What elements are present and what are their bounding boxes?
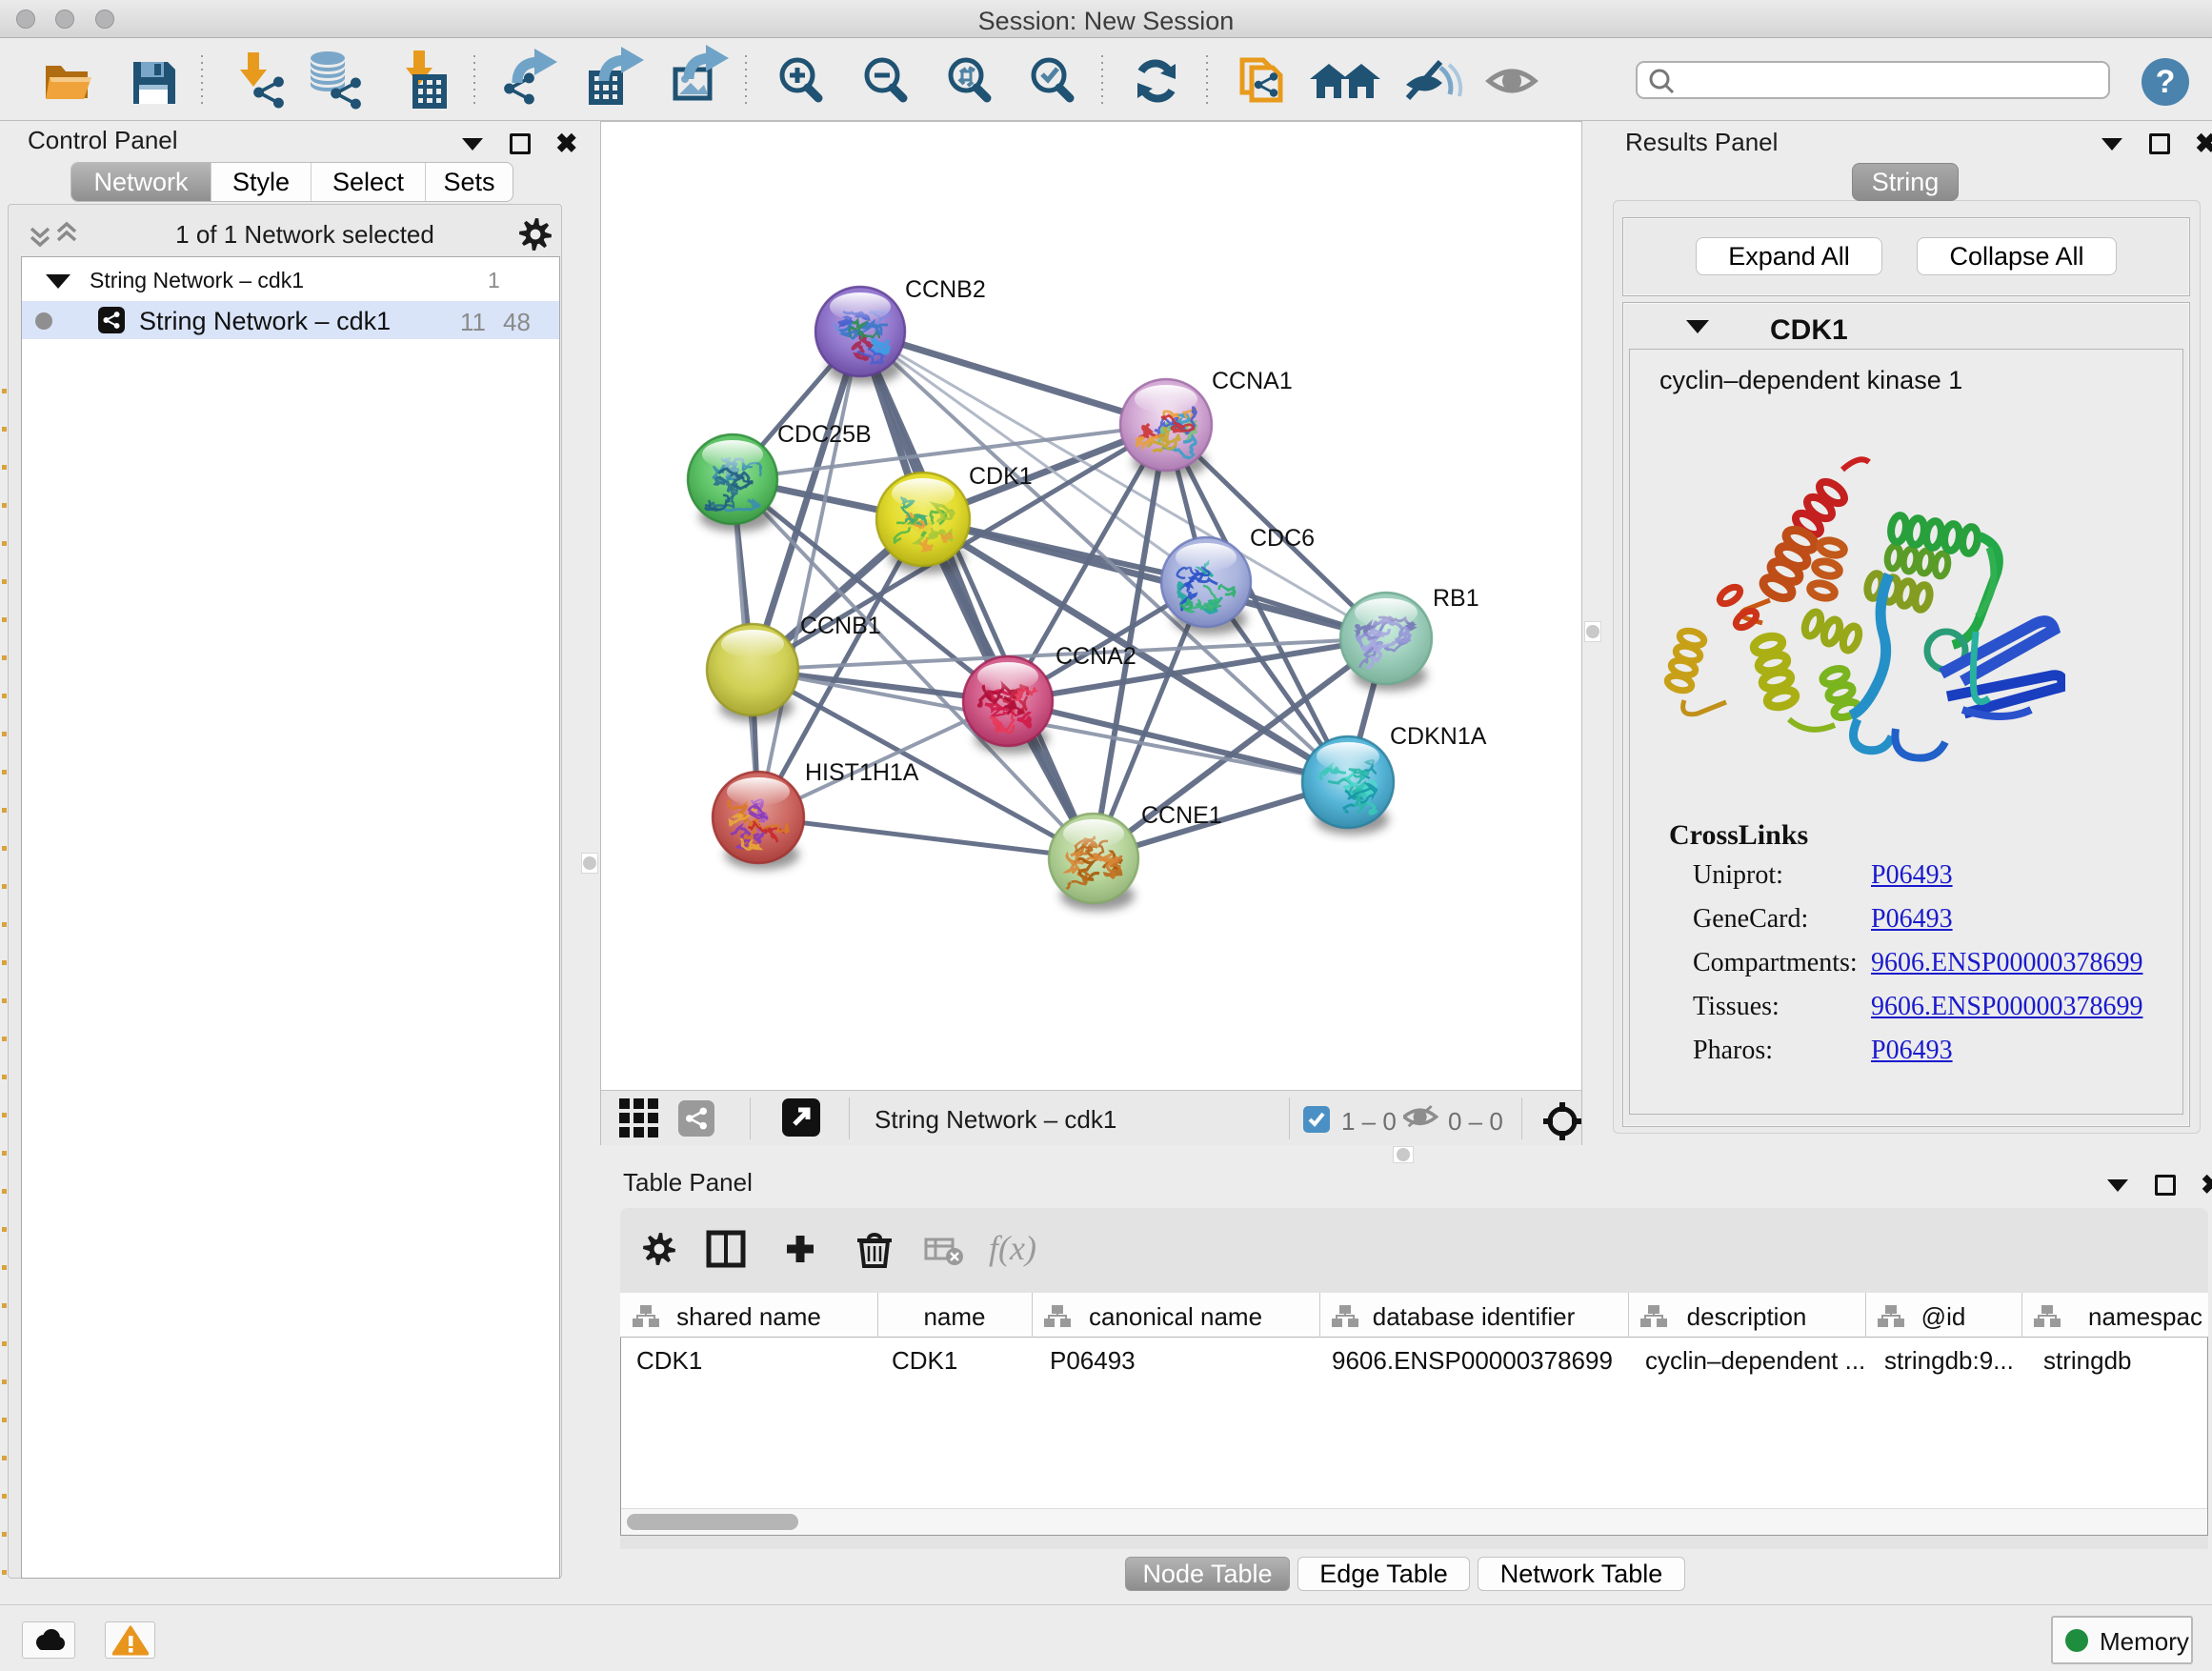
svg-text:CCNB2: CCNB2 — [905, 276, 986, 303]
svg-text:CCNE1: CCNE1 — [1141, 802, 1222, 829]
svg-text:HIST1H1A: HIST1H1A — [805, 759, 919, 786]
svg-text:CCNA1: CCNA1 — [1212, 368, 1293, 394]
svg-text:CCNA2: CCNA2 — [1056, 643, 1136, 670]
svg-text:CDKN1A: CDKN1A — [1390, 723, 1487, 750]
svg-text:CDC25B: CDC25B — [777, 421, 872, 448]
svg-text:CDK1: CDK1 — [969, 463, 1033, 490]
svg-text:CDC6: CDC6 — [1250, 525, 1315, 552]
svg-text:RB1: RB1 — [1433, 585, 1479, 612]
svg-text:CCNB1: CCNB1 — [800, 613, 881, 639]
